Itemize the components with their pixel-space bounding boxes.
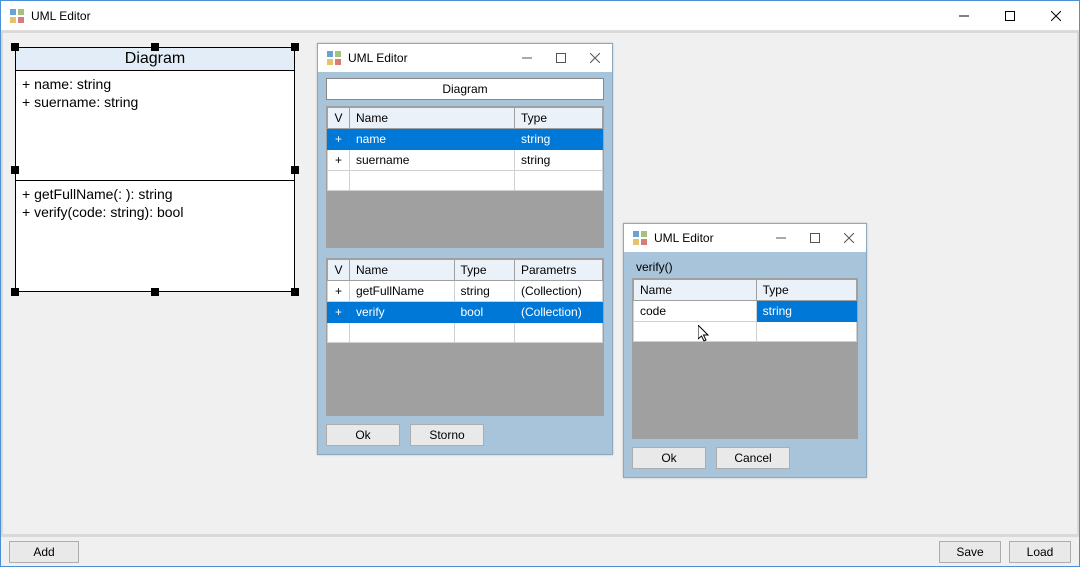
ok-button[interactable]: Ok	[632, 447, 706, 469]
table-row[interactable]: + suername string	[328, 150, 603, 171]
maximize-button[interactable]	[798, 224, 832, 252]
method-label: verify()	[632, 258, 858, 278]
dialog-title: UML Editor	[654, 231, 714, 245]
table-row-empty[interactable]	[634, 322, 857, 342]
resize-handle[interactable]	[291, 288, 299, 296]
main-titlebar: UML Editor	[1, 1, 1079, 31]
col-type[interactable]: Type	[515, 108, 603, 129]
col-v[interactable]: V	[328, 260, 350, 281]
uml-method: + verify(code: string): bool	[22, 203, 288, 221]
close-button[interactable]	[832, 224, 866, 252]
col-name[interactable]: Name	[634, 280, 757, 301]
class-editor-dialog[interactable]: UML Editor Diagram V Name Type	[317, 43, 613, 455]
close-button[interactable]	[578, 44, 612, 72]
resize-handle[interactable]	[11, 43, 19, 51]
attributes-grid[interactable]: V Name Type + name string + suername str…	[326, 106, 604, 248]
app-icon	[9, 8, 25, 24]
resize-handle[interactable]	[291, 166, 299, 174]
save-button[interactable]: Save	[939, 541, 1001, 563]
col-name[interactable]: Name	[350, 108, 515, 129]
col-params[interactable]: Parametrs	[515, 260, 603, 281]
grid-empty-area	[633, 342, 857, 438]
table-row-empty[interactable]	[328, 171, 603, 191]
dialog-titlebar[interactable]: UML Editor	[624, 224, 866, 252]
uml-attribute: + suername: string	[22, 93, 288, 111]
app-title: UML Editor	[31, 9, 91, 23]
dialog-titlebar[interactable]: UML Editor	[318, 44, 612, 72]
col-v[interactable]: V	[328, 108, 350, 129]
load-button[interactable]: Load	[1009, 541, 1071, 563]
table-row[interactable]: code string	[634, 301, 857, 322]
grid-empty-area	[327, 343, 603, 415]
dialog-title: UML Editor	[348, 51, 408, 65]
uml-method: + getFullName(: ): string	[22, 185, 288, 203]
minimize-button[interactable]	[941, 1, 987, 30]
grid-empty-area	[327, 191, 603, 247]
table-row-empty[interactable]	[328, 323, 603, 343]
resize-handle[interactable]	[11, 166, 19, 174]
resize-handle[interactable]	[291, 43, 299, 51]
uml-methods-section: + getFullName(: ): string + verify(code:…	[16, 181, 294, 291]
uml-class-box[interactable]: Diagram + name: string + suername: strin…	[15, 47, 295, 292]
close-button[interactable]	[1033, 1, 1079, 30]
bottom-toolbar: Add Save Load	[1, 536, 1079, 566]
maximize-button[interactable]	[987, 1, 1033, 30]
resize-handle[interactable]	[11, 288, 19, 296]
table-row[interactable]: + name string	[328, 129, 603, 150]
class-name-value: Diagram	[442, 82, 487, 96]
uml-class-title[interactable]: Diagram	[16, 48, 294, 71]
app-icon	[632, 230, 648, 246]
minimize-button[interactable]	[764, 224, 798, 252]
table-row[interactable]: + verify bool (Collection)	[328, 302, 603, 323]
uml-class-box-wrapper[interactable]: Diagram + name: string + suername: strin…	[15, 47, 295, 292]
col-type[interactable]: Type	[454, 260, 515, 281]
app-icon	[326, 50, 342, 66]
uml-attribute: + name: string	[22, 75, 288, 93]
table-row[interactable]: + getFullName string (Collection)	[328, 281, 603, 302]
storno-button[interactable]: Storno	[410, 424, 484, 446]
resize-handle[interactable]	[151, 43, 159, 51]
class-name-field[interactable]: Diagram	[326, 78, 604, 100]
params-grid[interactable]: Name Type code string	[632, 278, 858, 439]
maximize-button[interactable]	[544, 44, 578, 72]
uml-attributes-section: + name: string + suername: string	[16, 71, 294, 181]
params-editor-dialog[interactable]: UML Editor verify() Name Type code strin…	[623, 223, 867, 478]
resize-handle[interactable]	[151, 288, 159, 296]
add-button[interactable]: Add	[9, 541, 79, 563]
ok-button[interactable]: Ok	[326, 424, 400, 446]
canvas[interactable]: Diagram + name: string + suername: strin…	[1, 31, 1079, 536]
minimize-button[interactable]	[510, 44, 544, 72]
cancel-button[interactable]: Cancel	[716, 447, 790, 469]
col-name[interactable]: Name	[350, 260, 455, 281]
methods-grid[interactable]: V Name Type Parametrs + getFullName stri…	[326, 258, 604, 416]
col-type[interactable]: Type	[756, 280, 856, 301]
